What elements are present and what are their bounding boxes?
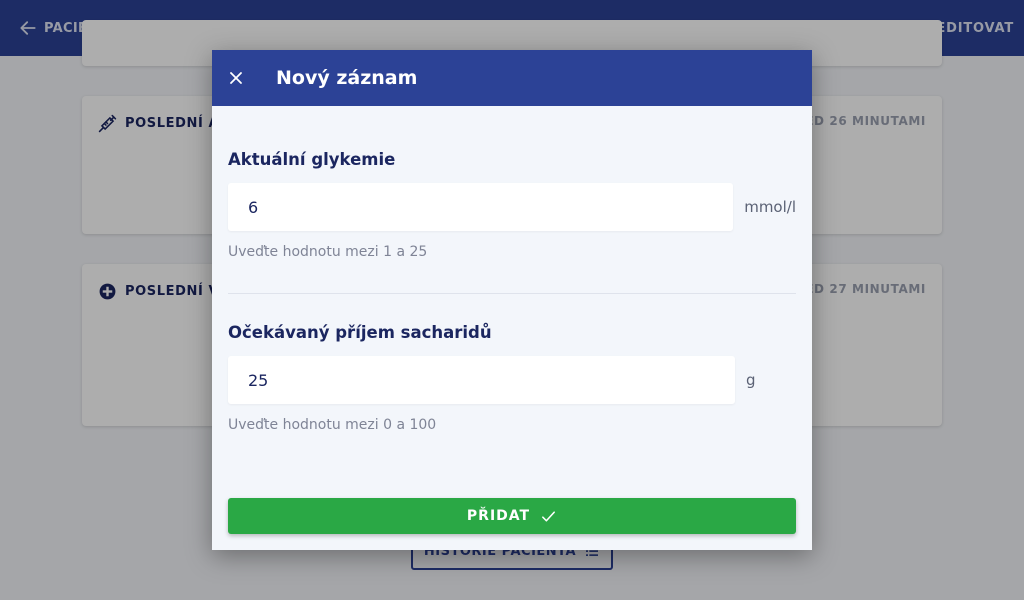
add-button-label: PŘIDAT	[466, 508, 531, 524]
dialog-title: Nový záznam	[276, 67, 418, 89]
glycemia-row: mmol/l	[228, 183, 796, 231]
carbs-row: g	[228, 356, 796, 404]
dialog-header: Nový záznam	[212, 50, 812, 106]
glycemia-label: Aktuální glykemie	[228, 150, 396, 169]
carbs-input[interactable]	[228, 356, 735, 404]
close-button[interactable]	[226, 68, 246, 88]
carbs-unit: g	[746, 371, 756, 389]
dialog-body: Aktuální glykemie mmol/l Uveďte hodnotu …	[212, 106, 812, 433]
new-record-dialog: Nový záznam Aktuální glykemie mmol/l Uve…	[212, 50, 812, 550]
check-icon	[542, 510, 556, 522]
carbs-hint: Uveďte hodnotu mezi 0 a 100	[228, 417, 437, 433]
close-icon	[230, 72, 242, 84]
glycemia-unit: mmol/l	[744, 198, 796, 216]
add-button[interactable]: PŘIDAT	[228, 498, 796, 534]
glycemia-hint: Uveďte hodnotu mezi 1 a 25	[228, 244, 428, 260]
carbs-label: Očekávaný příjem sacharidů	[228, 323, 492, 342]
glycemia-input[interactable]	[228, 183, 734, 231]
